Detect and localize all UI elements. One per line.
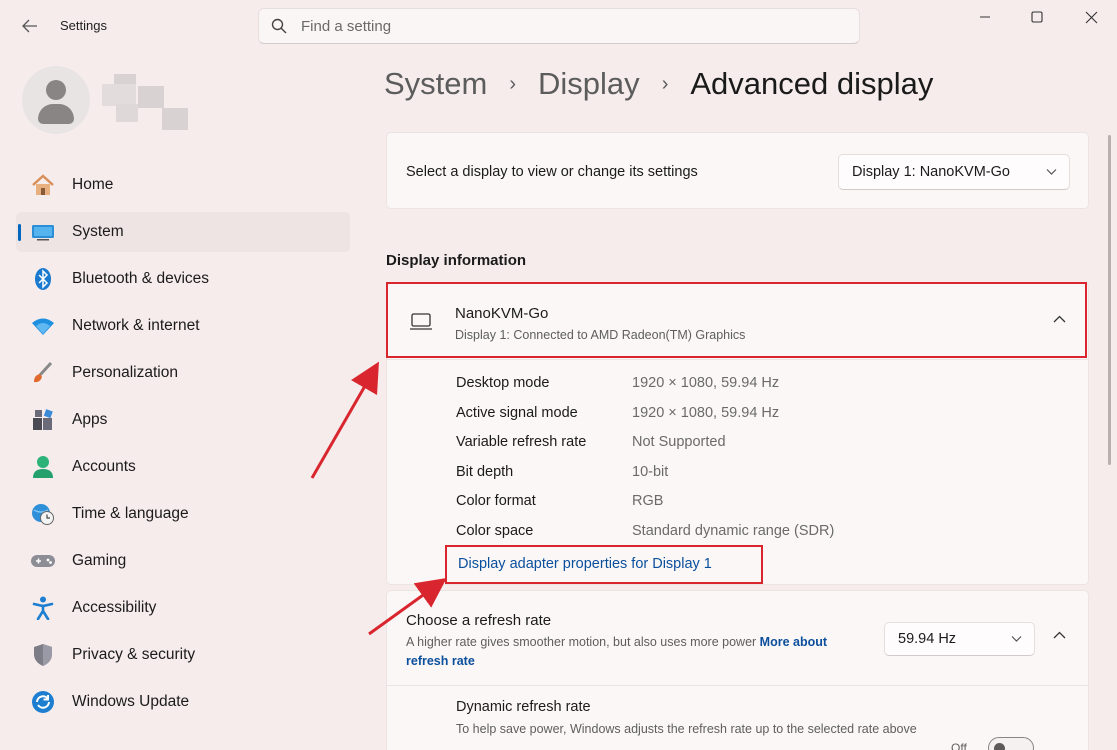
info-key: Desktop mode	[456, 375, 550, 391]
maximize-icon	[1031, 11, 1043, 23]
sidebar-item-network[interactable]: Network & internet	[16, 306, 350, 346]
breadcrumb-display[interactable]: Display	[538, 66, 640, 102]
refresh-rate-desc-text: A higher rate gives smoother motion, but…	[406, 635, 757, 649]
sidebar-item-label: Windows Update	[72, 693, 190, 710]
refresh-rate-dropdown[interactable]: 59.94 Hz	[884, 622, 1035, 656]
minimize-icon	[980, 16, 990, 18]
sidebar-item-label: Personalization	[72, 364, 178, 381]
display-info-rows: Desktop mode 1920 × 1080, 59.94 Hz Active…	[456, 375, 834, 552]
sidebar-item-windows-update[interactable]: Windows Update	[16, 682, 350, 722]
home-icon	[30, 173, 56, 197]
chevron-up-icon[interactable]	[1053, 631, 1066, 639]
back-arrow-icon[interactable]	[18, 14, 42, 38]
info-row: Variable refresh rate Not Supported	[456, 434, 834, 464]
info-row: Active signal mode 1920 × 1080, 59.94 Hz	[456, 405, 834, 435]
person-icon	[30, 455, 56, 479]
info-key: Color format	[456, 493, 536, 509]
annotation-box-adapter-link	[445, 545, 763, 584]
dynamic-refresh-toggle[interactable]	[988, 737, 1034, 750]
info-key: Bit depth	[456, 463, 514, 480]
info-value: RGB	[632, 493, 664, 509]
system-icon	[30, 220, 56, 244]
sidebar-item-system[interactable]: System	[16, 212, 350, 252]
info-row: Color format RGB	[456, 493, 834, 523]
sidebar-item-apps[interactable]: Apps	[16, 400, 350, 440]
display-dropdown-value: Display 1: NanoKVM-Go	[852, 164, 1010, 180]
sidebar-item-accessibility[interactable]: Accessibility	[16, 588, 350, 628]
dynamic-refresh-description: To help save power, Windows adjusts the …	[456, 722, 917, 736]
app-title: Settings	[60, 18, 107, 33]
breadcrumb-system[interactable]: System	[384, 66, 487, 102]
apps-icon	[30, 408, 56, 432]
avatar-head-shape	[46, 80, 66, 100]
display-select-card: Select a display to view or change its s…	[386, 132, 1089, 209]
dynamic-refresh-title: Dynamic refresh rate	[456, 699, 591, 715]
globe-clock-icon	[30, 502, 56, 526]
info-value: 10-bit	[632, 463, 669, 480]
sidebar-item-gaming[interactable]: Gaming	[16, 541, 350, 581]
sidebar-item-home[interactable]: Home	[16, 165, 350, 205]
display-dropdown[interactable]: Display 1: NanoKVM-Go	[838, 154, 1070, 190]
brush-icon	[30, 361, 56, 385]
sidebar-item-label: System	[72, 223, 124, 240]
sidebar-item-bluetooth[interactable]: Bluetooth & devices	[16, 259, 350, 299]
sidebar-item-label: Accessibility	[72, 599, 157, 616]
info-row: Desktop mode 1920 × 1080, 59.94 Hz	[456, 375, 834, 405]
chevron-right-icon: ›	[661, 72, 669, 95]
section-title: Display information	[386, 252, 527, 269]
avatar[interactable]	[22, 66, 90, 134]
title-bar: Settings	[0, 0, 1117, 52]
refresh-rate-card: Choose a refresh rate A higher rate give…	[386, 590, 1089, 750]
accessibility-icon	[30, 596, 56, 620]
close-button[interactable]	[1068, 4, 1114, 30]
chevron-right-icon: ›	[509, 72, 517, 95]
avatar-body-shape	[38, 104, 74, 124]
sidebar-item-label: Bluetooth & devices	[72, 270, 210, 287]
toggle-knob	[994, 743, 1005, 750]
search-icon	[271, 18, 287, 34]
sidebar-item-privacy[interactable]: Privacy & security	[16, 635, 350, 675]
sidebar-item-label: Network & internet	[72, 317, 200, 334]
bluetooth-icon	[30, 267, 56, 291]
sidebar-nav: Home System Bluetooth & devices Network …	[16, 165, 350, 729]
search-input[interactable]	[301, 17, 821, 35]
info-key: Variable refresh rate	[456, 434, 587, 450]
divider	[387, 359, 1088, 360]
refresh-rate-description: A higher rate gives smoother motion, but…	[406, 633, 866, 671]
chevron-down-icon	[1046, 169, 1057, 175]
search-box[interactable]	[258, 8, 860, 44]
maximize-button[interactable]	[1014, 4, 1060, 30]
chevron-down-icon	[1011, 636, 1022, 642]
sidebar-item-label: Privacy & security	[72, 646, 196, 663]
update-icon	[30, 690, 56, 714]
sidebar-item-label: Accounts	[72, 458, 136, 475]
info-value: 1920 × 1080, 59.94 Hz	[632, 375, 780, 391]
sidebar-item-time-language[interactable]: Time & language	[16, 494, 350, 534]
gamepad-icon	[30, 549, 56, 573]
info-row: Bit depth 10-bit	[456, 464, 834, 494]
info-value: Not Supported	[632, 434, 726, 450]
sidebar-item-label: Apps	[72, 411, 108, 428]
info-key: Active signal mode	[456, 404, 578, 421]
toggle-state-label: Off	[951, 741, 967, 750]
refresh-rate-value: 59.94 Hz	[898, 631, 957, 647]
divider	[387, 685, 1088, 686]
info-value: 1920 × 1080, 59.94 Hz	[632, 404, 780, 421]
breadcrumb: System › Display › Advanced display	[384, 66, 933, 102]
sidebar-item-label: Time & language	[72, 505, 189, 522]
wifi-icon	[30, 314, 56, 338]
refresh-rate-title: Choose a refresh rate	[406, 612, 552, 629]
active-indicator	[18, 224, 21, 241]
sidebar-item-personalization[interactable]: Personalization	[16, 353, 350, 393]
shield-icon	[30, 643, 56, 667]
display-select-label: Select a display to view or change its s…	[406, 164, 698, 180]
sidebar-item-label: Gaming	[72, 552, 127, 569]
page-title: Advanced display	[690, 66, 934, 101]
sidebar-item-label: Home	[72, 176, 114, 193]
scrollbar[interactable]	[1108, 135, 1111, 465]
annotation-box-display-header	[386, 282, 1087, 358]
minimize-button[interactable]	[962, 4, 1008, 30]
sidebar-item-accounts[interactable]: Accounts	[16, 447, 350, 487]
close-icon	[1085, 11, 1097, 23]
